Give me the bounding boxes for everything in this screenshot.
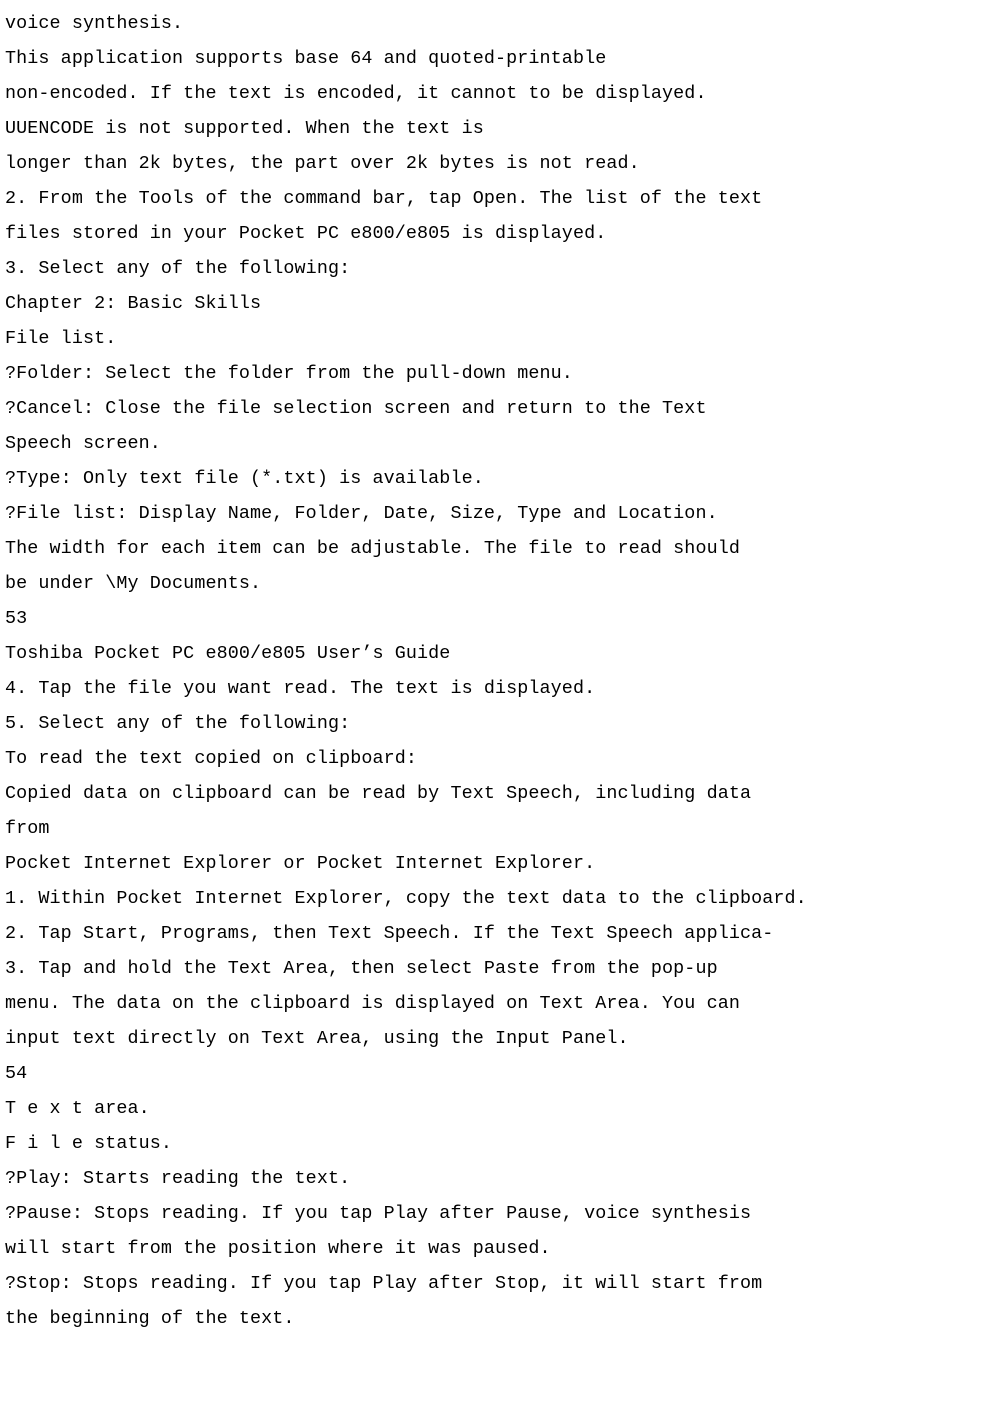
text-line: F i l e status. (5, 1126, 996, 1161)
text-line: ?Folder: Select the folder from the pull… (5, 356, 996, 391)
text-line: ?Cancel: Close the file selection screen… (5, 391, 996, 426)
text-line: 2. Tap Start, Programs, then Text Speech… (5, 916, 996, 951)
text-line: Chapter 2: Basic Skills (5, 286, 996, 321)
text-line: 54 (5, 1056, 996, 1091)
text-line: 3. Select any of the following: (5, 251, 996, 286)
text-line: ?Pause: Stops reading. If you tap Play a… (5, 1196, 996, 1231)
text-line: voice synthesis. (5, 6, 996, 41)
text-line: 53 (5, 601, 996, 636)
text-line: will start from the position where it wa… (5, 1231, 996, 1266)
text-line: Pocket Internet Explorer or Pocket Inter… (5, 846, 996, 881)
text-line: ?Stop: Stops reading. If you tap Play af… (5, 1266, 996, 1301)
text-line: ?Play: Starts reading the text. (5, 1161, 996, 1196)
text-line: be under \My Documents. (5, 566, 996, 601)
text-line: The width for each item can be adjustabl… (5, 531, 996, 566)
text-line: 1. Within Pocket Internet Explorer, copy… (5, 881, 996, 916)
text-line: Toshiba Pocket PC e800/e805 User’s Guide (5, 636, 996, 671)
text-line: This application supports base 64 and qu… (5, 41, 996, 76)
text-line: 4. Tap the file you want read. The text … (5, 671, 996, 706)
text-line: non-encoded. If the text is encoded, it … (5, 76, 996, 111)
text-line: Speech screen. (5, 426, 996, 461)
text-line: T e x t area. (5, 1091, 996, 1126)
text-line: 3. Tap and hold the Text Area, then sele… (5, 951, 996, 986)
text-line: files stored in your Pocket PC e800/e805… (5, 216, 996, 251)
text-line: To read the text copied on clipboard: (5, 741, 996, 776)
text-line: the beginning of the text. (5, 1301, 996, 1336)
text-line: from (5, 811, 996, 846)
text-line: 5. Select any of the following: (5, 706, 996, 741)
text-line: ?Type: Only text file (*.txt) is availab… (5, 461, 996, 496)
text-line: longer than 2k bytes, the part over 2k b… (5, 146, 996, 181)
text-line: Copied data on clipboard can be read by … (5, 776, 996, 811)
text-line: input text directly on Text Area, using … (5, 1021, 996, 1056)
text-line: ?File list: Display Name, Folder, Date, … (5, 496, 996, 531)
text-line: File list. (5, 321, 996, 356)
text-line: UUENCODE is not supported. When the text… (5, 111, 996, 146)
document-body: voice synthesis.This application support… (5, 6, 996, 1336)
text-line: 2. From the Tools of the command bar, ta… (5, 181, 996, 216)
text-line: menu. The data on the clipboard is displ… (5, 986, 996, 1021)
